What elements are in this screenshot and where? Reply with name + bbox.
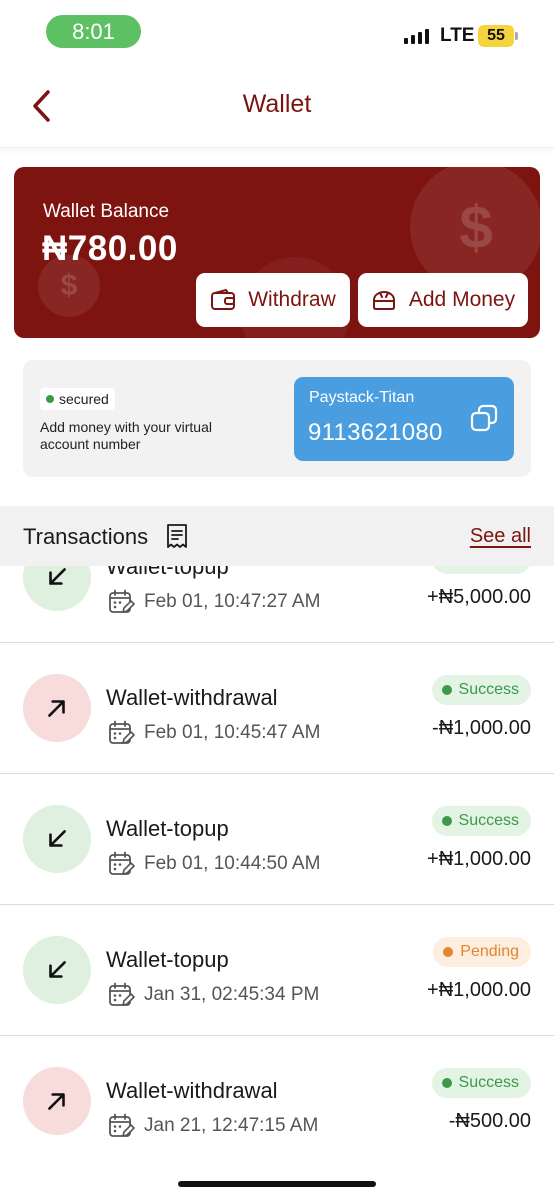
account-number: 9113621080 [308,419,443,446]
balance-label: Wallet Balance [43,201,170,222]
status-label: Success [458,1074,519,1091]
calendar-icon [109,589,135,613]
status-badge: Success [431,675,531,705]
home-indicator[interactable] [178,1181,376,1187]
transaction-date: Jan 31, 02:45:34 PM [144,984,320,1005]
status-badge: Success [431,1068,531,1098]
status-label: Success [458,812,519,829]
status-dot-icon [441,685,452,695]
status-dot-icon [443,947,454,957]
arrow-down-left-icon [49,830,66,847]
transaction-name: Wallet-withdrawal [106,685,278,710]
copy-account-button[interactable] [469,403,499,433]
virtual-account-description: Add money with your virtual account numb… [40,419,212,452]
calendar-icon [109,720,135,744]
status-dot-icon [441,816,452,826]
wallet-icon [211,289,236,310]
transaction-direction-icon [23,805,91,873]
transactions-title: Transactions [23,524,149,549]
arrow-up-right-icon [48,700,65,717]
transaction-row[interactable]: Wallet-withdrawal Feb 01, 10:45:47 AM Su… [0,643,554,774]
status-label: Success [459,566,519,568]
add-money-button[interactable]: Add Money [358,273,528,327]
status-badge: Pending [433,937,531,967]
purse-icon [372,290,395,310]
copy-icon [470,404,498,432]
transaction-row[interactable]: Wallet-topup Feb 01, 10:47:27 AM Success… [0,566,554,643]
receipt-icon [167,524,187,548]
bank-name: Paystack-Titan [309,389,415,406]
network-type: LTE [440,25,475,46]
virtual-account-card: Paystack-Titan 9113621080 [294,377,514,461]
transactions-header: Transactions See all [0,506,554,566]
add-money-label: Add Money [408,288,516,311]
transaction-row[interactable]: Wallet-topup Feb 01, 10:44:50 AM Success… [0,774,554,905]
transaction-direction-icon [23,936,91,1004]
calendar-icon [109,1113,135,1137]
transaction-date: Feb 01, 10:47:27 AM [144,591,321,612]
status-label: Pending [460,943,519,960]
withdraw-button[interactable]: Withdraw [196,273,350,327]
secured-dot-icon [46,395,54,403]
transaction-amount: -₦1,000.00 [432,717,531,739]
arrow-up-right-icon [48,1093,65,1110]
calendar-icon [109,982,135,1006]
arrow-down-left-icon [49,568,66,585]
transaction-direction-icon [23,566,91,611]
status-dot-icon [441,1078,452,1088]
withdraw-label: Withdraw [248,288,336,311]
transaction-name: Wallet-topup [106,816,229,841]
status-bar: 8:01 LTE 55 [0,0,554,66]
transaction-amount: +₦1,000.00 [427,979,531,1001]
see-all-link[interactable]: See all [470,525,531,548]
transaction-direction-icon [23,674,91,742]
cellular-signal-icon [404,28,429,44]
transaction-amount: -₦500.00 [448,1110,531,1132]
battery-icon: 55 [478,25,518,47]
wallet-balance-card: $ $ Wallet Balance ₦780.00 Withdraw Add … [14,167,540,338]
virtual-account-panel: secured Add money with your virtual acco… [23,360,531,477]
transaction-date: Feb 01, 10:45:47 AM [144,722,321,743]
transaction-date: Jan 21, 12:47:15 AM [144,1115,319,1136]
transaction-name: Wallet-topup [106,566,229,579]
arrow-down-left-icon [49,961,66,978]
status-time: 8:01 [46,15,141,48]
transaction-name: Wallet-withdrawal [106,1078,278,1103]
secured-label: secured [59,391,109,407]
transaction-amount: +₦5,000.00 [427,586,531,608]
transaction-row[interactable]: Wallet-withdrawal Jan 21, 12:47:15 AM Su… [0,1036,554,1166]
transaction-row[interactable]: Wallet-topup Jan 31, 02:45:34 PM Pending… [0,905,554,1036]
secured-badge: secured [40,388,115,410]
balance-amount: ₦780.00 [42,229,178,268]
app-header: Wallet [0,66,554,148]
transactions-list[interactable]: Wallet-topup Feb 01, 10:47:27 AM Success… [0,566,554,1166]
page-title: Wallet [242,90,312,118]
status-label: Success [458,681,519,698]
transaction-amount: +₦1,000.00 [427,848,531,870]
transaction-direction-icon [23,1067,91,1135]
battery-level: 55 [487,27,505,44]
transaction-date: Feb 01, 10:44:50 AM [144,853,321,874]
status-badge: Success [431,806,531,836]
transaction-name: Wallet-topup [106,947,229,972]
calendar-icon [109,851,135,875]
status-badge: Success [431,566,531,574]
